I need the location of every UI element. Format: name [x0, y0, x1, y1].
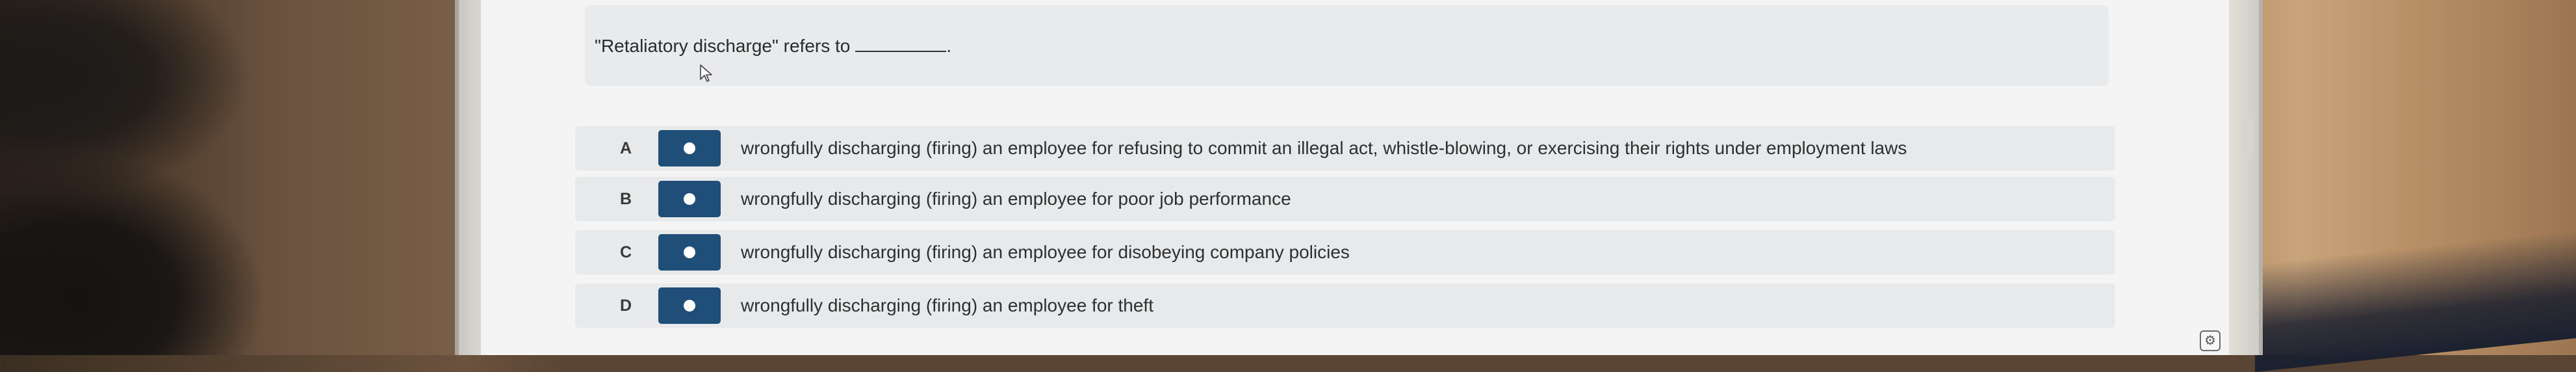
radio-dot-icon — [684, 193, 695, 205]
option-select-button[interactable] — [658, 234, 721, 271]
option-letter: A — [619, 139, 632, 157]
option-text: wrongfully discharging (firing) an emplo… — [741, 295, 1153, 315]
option-select-button[interactable] — [658, 181, 721, 217]
mouse-cursor-icon — [700, 64, 712, 82]
answer-blank — [855, 36, 947, 52]
option-text: wrongfully discharging (firing) an emplo… — [741, 138, 1907, 158]
background-left — [0, 0, 474, 355]
question-prompt: "Retaliatory discharge" refers to. — [595, 36, 951, 57]
bezel-hinge — [2244, 117, 2253, 156]
radio-dot-icon — [684, 142, 695, 154]
question-end-punct: . — [946, 36, 952, 56]
radio-dot-icon — [684, 246, 695, 258]
answer-option-a[interactable]: A wrongfully discharging (firing) an emp… — [575, 126, 2115, 170]
question-text: "Retaliatory discharge" refers to — [595, 36, 851, 56]
option-text: wrongfully discharging (firing) an emplo… — [741, 242, 1350, 262]
option-select-button[interactable] — [658, 287, 721, 324]
settings-icon[interactable]: ⚙ — [2200, 330, 2221, 351]
answer-option-d[interactable]: D wrongfully discharging (firing) an emp… — [575, 284, 2115, 328]
radio-dot-icon — [684, 300, 695, 312]
option-letter: C — [619, 243, 632, 261]
answer-option-c[interactable]: C wrongfully discharging (firing) an emp… — [575, 230, 2115, 274]
option-select-button[interactable] — [658, 130, 721, 166]
answer-option-b[interactable]: B wrongfully discharging (firing) an emp… — [575, 177, 2115, 221]
option-text: wrongfully discharging (firing) an emplo… — [741, 189, 1291, 209]
option-letter: B — [619, 190, 632, 208]
option-letter: D — [619, 297, 632, 315]
